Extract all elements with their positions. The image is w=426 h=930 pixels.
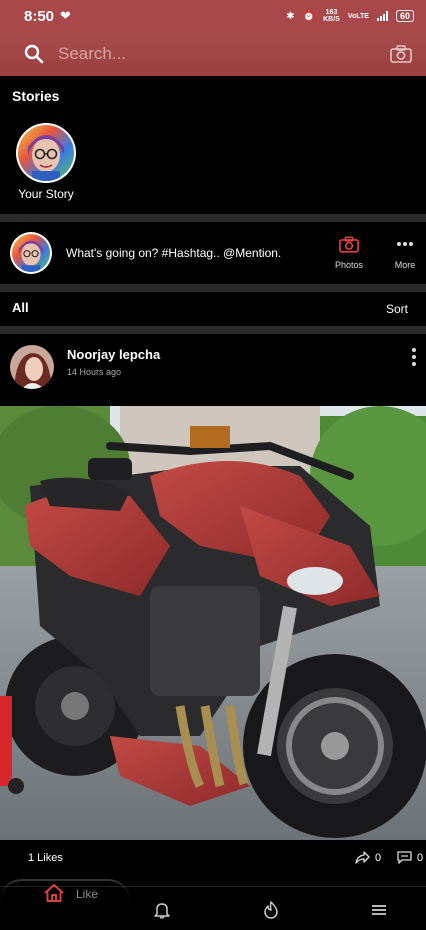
status-bar: 8:50 ❤ ✱ ⏰ 163 KB/S VoLTE 60 (0, 0, 426, 32)
search-icon[interactable] (24, 44, 44, 64)
post-timestamp: 14 Hours ago (67, 367, 122, 377)
network-speed-value: 163 (325, 9, 338, 16)
user-avatar-image (18, 125, 74, 181)
bluetooth-icon: ✱ (286, 10, 295, 22)
sort-button[interactable]: Sort (386, 302, 408, 316)
camera-icon[interactable] (390, 45, 412, 63)
comment-button[interactable]: 0 (397, 851, 423, 864)
status-time: 8:50 (24, 7, 55, 25)
menu-icon (372, 905, 386, 915)
photos-button[interactable]: Photos (329, 236, 369, 270)
bottom-nav: Like (0, 879, 426, 930)
stories-title: Stories (12, 88, 60, 104)
comment-count: 0 (417, 851, 424, 864)
fire-icon (264, 901, 278, 919)
network-speed: 163 KB/S (323, 9, 340, 23)
battery-icon: 60 (395, 10, 414, 22)
motorcycle-image (0, 406, 426, 840)
nav-home[interactable] (41, 882, 67, 904)
share-icon (355, 851, 370, 864)
signal-icon (376, 11, 388, 21)
like-ghost-label: Like (76, 887, 99, 901)
post-options-icon[interactable] (410, 348, 418, 369)
divider (0, 326, 426, 334)
avatar[interactable] (10, 345, 54, 389)
feed-filter: All Sort (0, 292, 426, 324)
composer-prompt[interactable]: What's going on? #Hashtag.. @Mention. (66, 246, 281, 260)
home-icon (44, 884, 64, 902)
nav-menu[interactable] (366, 899, 392, 921)
network-speed-unit: KB/S (323, 16, 340, 23)
more-button[interactable]: More (385, 236, 425, 270)
status-icons: ✱ ⏰ 163 KB/S VoLTE 60 (286, 9, 414, 23)
avatar (10, 232, 52, 274)
story-item-your-story[interactable]: Your Story (16, 123, 76, 201)
divider (0, 214, 426, 222)
post-image[interactable] (0, 406, 426, 840)
avatar[interactable] (16, 123, 76, 183)
stories-section: Stories Your Story (0, 76, 426, 214)
post-header: Noorjay lepcha 14 Hours ago (0, 334, 426, 406)
search-bar[interactable]: Search... (0, 32, 426, 76)
more-label: More (394, 260, 416, 270)
nav-notifications[interactable] (149, 899, 175, 921)
photos-label: Photos (334, 260, 364, 270)
bell-icon (154, 903, 170, 919)
share-count: 0 (375, 851, 382, 864)
divider (0, 284, 426, 292)
story-label: Your Story (18, 187, 74, 201)
author-avatar-image (10, 345, 54, 389)
user-avatar-image (12, 234, 50, 272)
share-button[interactable]: 0 (355, 851, 381, 864)
camera-icon (339, 236, 359, 253)
post-author[interactable]: Noorjay lepcha (67, 347, 160, 362)
post-composer[interactable]: What's going on? #Hashtag.. @Mention. Ph… (0, 222, 426, 284)
like-count[interactable]: 1 Likes (28, 852, 63, 864)
heart-icon: ❤ (60, 8, 71, 23)
volte-label: VoLTE (347, 12, 369, 20)
filter-all[interactable]: All (12, 300, 29, 315)
nav-trending[interactable] (258, 899, 284, 921)
search-input[interactable]: Search... (58, 44, 390, 64)
post-footer: 1 Likes 0 0 (0, 840, 426, 884)
comment-icon (397, 851, 412, 864)
more-dots-icon (397, 242, 413, 246)
alarm-icon: ⏰ (302, 10, 316, 22)
